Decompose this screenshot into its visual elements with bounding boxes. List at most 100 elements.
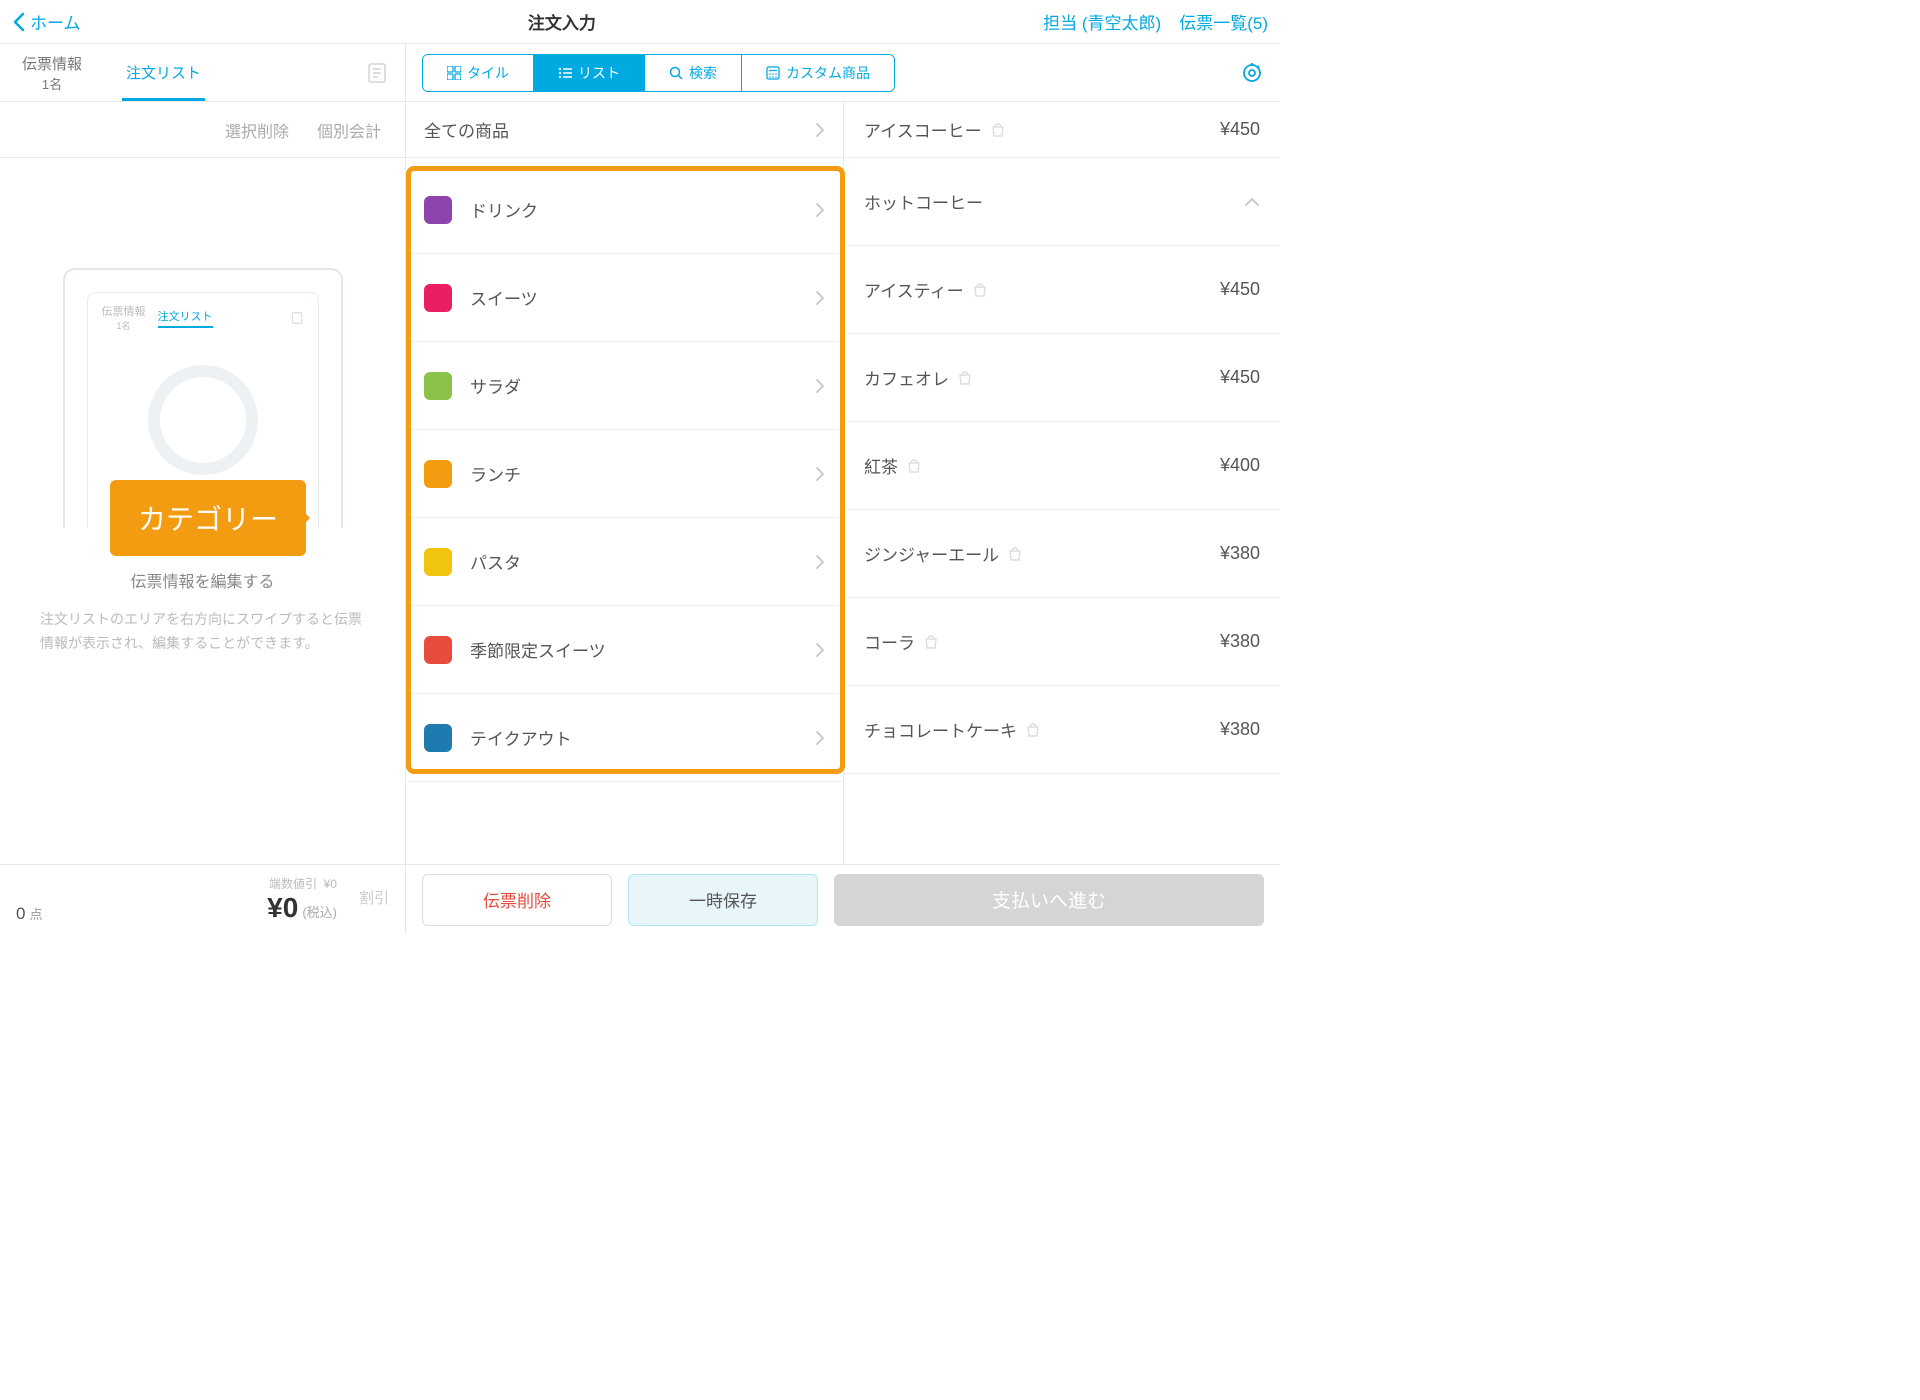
bag-icon	[1025, 722, 1041, 738]
category-row[interactable]: ランチ	[406, 430, 843, 518]
item-count: 0 点	[16, 904, 42, 924]
toolbar-row: 伝票情報 1名 注文リスト タイル リスト 検索 カスタム商品	[0, 44, 1280, 102]
category-label: テイクアウト	[470, 725, 572, 750]
category-label: ドリンク	[470, 197, 538, 222]
color-chip	[424, 548, 452, 576]
preview-notepad-icon	[290, 311, 304, 325]
tab-slip-info-sub: 1名	[42, 74, 62, 93]
page-title: 注文入力	[528, 9, 596, 34]
bag-icon	[990, 122, 1006, 138]
search-icon	[669, 66, 683, 80]
bag-icon	[957, 370, 973, 386]
bag-icon	[972, 282, 988, 298]
category-label: 季節限定スイーツ	[470, 637, 606, 662]
product-row[interactable]: コーラ¥380	[844, 598, 1280, 686]
chevron-right-icon	[815, 554, 825, 570]
product-name: アイスコーヒー	[864, 117, 982, 142]
seg-search-label: 検索	[689, 63, 717, 83]
discount-button[interactable]: 割引	[359, 887, 389, 908]
rounding-row: 端数値引 ¥0	[269, 875, 337, 892]
category-row[interactable]: テイクアウト	[406, 694, 843, 782]
product-row[interactable]: ホットコーヒー	[844, 158, 1280, 246]
chevron-right-icon	[815, 290, 825, 306]
chevron-right-icon	[815, 122, 825, 138]
category-panel: 全ての商品 ドリンク スイーツ サラダ ランチ パスタ 季節限定スイーツ テイク…	[406, 102, 844, 864]
product-panel: アイスコーヒー ¥450 ホットコーヒーアイスティー¥450カフェオレ¥450 紅茶 ¥…	[844, 102, 1280, 864]
product-price: ¥380	[1220, 719, 1260, 740]
preview-tab1-l2: 1名	[102, 319, 146, 332]
callout-category: カテゴリー	[110, 480, 306, 556]
seg-list-label: リスト	[578, 63, 620, 83]
product-row[interactable]: アイスティー¥450	[844, 246, 1280, 334]
product-row[interactable]: チョコレートケーキ¥380	[844, 686, 1280, 774]
category-label: スイーツ	[470, 285, 538, 310]
color-chip	[424, 196, 452, 224]
category-row[interactable]: 季節限定スイーツ	[406, 606, 843, 694]
all-products-label: 全ての商品	[424, 117, 509, 142]
tab-slip-info[interactable]: 伝票情報 1名	[0, 44, 104, 101]
product-name: ジンジャーエール	[864, 541, 999, 566]
tab-slip-info-label: 伝票情報	[22, 53, 82, 74]
chevron-right-icon	[815, 378, 825, 394]
color-chip	[424, 636, 452, 664]
seg-tile[interactable]: タイル	[423, 55, 534, 91]
product-name: アイスティー	[864, 277, 964, 302]
bag-icon	[906, 458, 922, 474]
back-label: ホーム	[30, 9, 81, 34]
tax-label: (税込)	[302, 902, 337, 921]
bag-icon	[923, 634, 939, 650]
category-label: サラダ	[470, 373, 521, 398]
product-row[interactable]: 紅茶 ¥400	[844, 422, 1280, 510]
top-header: ホーム 注文入力 担当 (青空太郎) 伝票一覧(5)	[0, 0, 1280, 44]
grid-icon	[447, 66, 461, 80]
all-products-row[interactable]: 全ての商品	[406, 102, 843, 158]
chevron-right-icon	[815, 466, 825, 482]
save-button[interactable]: 一時保存	[628, 874, 818, 926]
seg-list[interactable]: リスト	[534, 55, 645, 91]
product-price: ¥400	[1220, 455, 1260, 476]
individual-pay-button[interactable]: 個別会計	[317, 118, 381, 142]
category-row[interactable]: サラダ	[406, 342, 843, 430]
category-label: パスタ	[470, 549, 521, 574]
staff-link[interactable]: 担当 (青空太郎)	[1043, 9, 1161, 34]
slips-link[interactable]: 伝票一覧(5)	[1179, 9, 1268, 34]
preview-circle	[148, 365, 258, 475]
preview-tab1-l1: 伝票情報	[102, 303, 146, 319]
product-row[interactable]: ジンジャーエール ¥380	[844, 510, 1280, 598]
product-name: 紅茶	[864, 453, 898, 478]
item-count-num: 0	[16, 904, 25, 924]
view-segment: タイル リスト 検索 カスタム商品	[422, 54, 895, 92]
category-row[interactable]: パスタ	[406, 518, 843, 606]
product-price: ¥450	[1220, 119, 1260, 140]
bottom-bar: 0 点 端数値引 ¥0 ¥0 (税込) 割引 伝票削除 一時保存 支払いへ進む	[0, 864, 1280, 934]
notepad-icon[interactable]	[365, 61, 389, 85]
product-row[interactable]: アイスコーヒー ¥450	[844, 102, 1280, 158]
tab-order-list[interactable]: 注文リスト	[104, 44, 223, 101]
category-row[interactable]: スイーツ	[406, 254, 843, 342]
chevron-right-icon	[815, 730, 825, 746]
calculator-icon	[766, 66, 780, 80]
preview-tab-order: 注文リスト	[158, 308, 213, 328]
seg-search[interactable]: 検索	[645, 55, 742, 91]
bag-icon	[1007, 546, 1023, 562]
delete-selection-button[interactable]: 選択削除	[225, 118, 289, 142]
category-row[interactable]: ドリンク	[406, 166, 843, 254]
back-button[interactable]: ホーム	[12, 9, 81, 34]
list-icon	[558, 66, 572, 80]
product-name: ホットコーヒー	[864, 189, 983, 214]
chevron-right-icon	[815, 642, 825, 658]
preview-tab-slip: 伝票情報 1名	[102, 303, 146, 332]
gear-icon[interactable]	[1240, 61, 1264, 85]
hint-desc: 注文リストのエリアを右方向にスワイプすると伝票情報が表示され、編集することができ…	[0, 608, 405, 656]
delete-slip-button[interactable]: 伝票削除	[422, 874, 612, 926]
product-price: ¥380	[1220, 631, 1260, 652]
seg-custom[interactable]: カスタム商品	[742, 55, 894, 91]
product-price: ¥380	[1220, 543, 1260, 564]
color-chip	[424, 724, 452, 752]
item-count-unit: 点	[29, 904, 42, 923]
seg-custom-label: カスタム商品	[786, 63, 870, 83]
color-chip	[424, 372, 452, 400]
pay-button[interactable]: 支払いへ進む	[834, 874, 1264, 926]
chevron-left-icon	[12, 12, 26, 32]
product-row[interactable]: カフェオレ¥450	[844, 334, 1280, 422]
